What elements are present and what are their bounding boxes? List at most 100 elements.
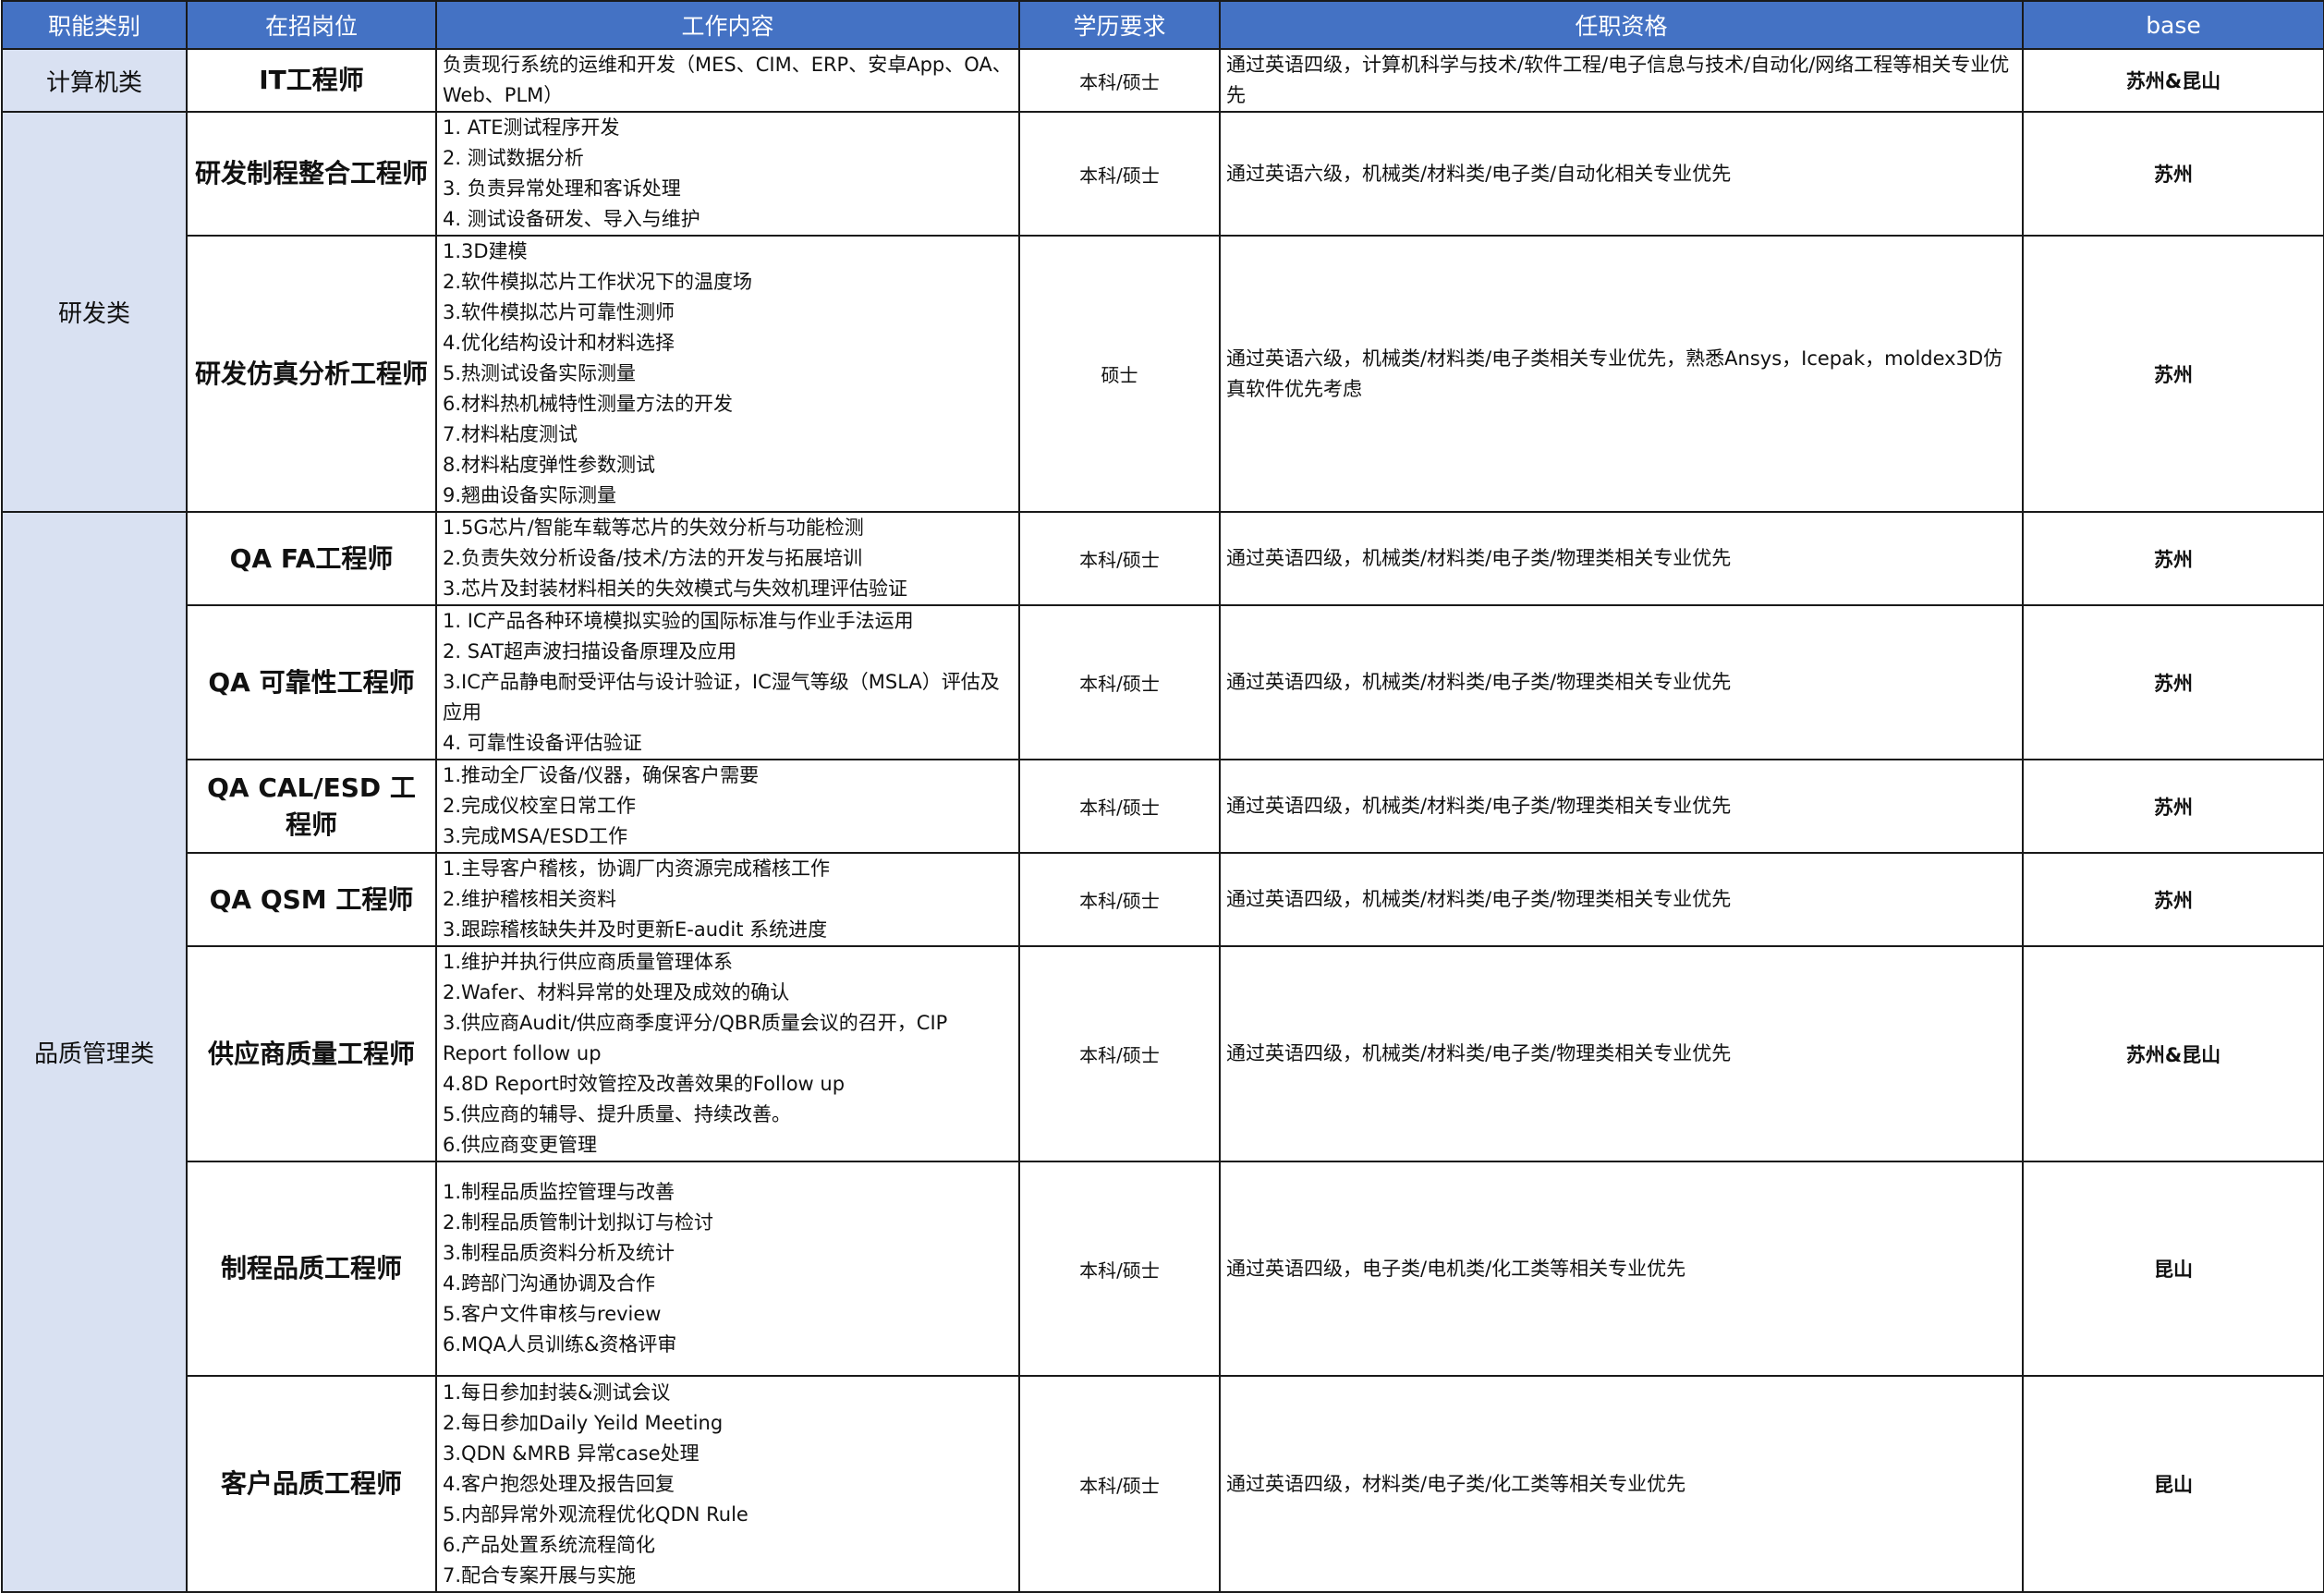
content-cell: 1.5G芯片/智能车载等芯片的失效分析与功能检测 2.负责失效分析设备/技术/方…: [435, 511, 1020, 606]
education-cell: 本科/硕士: [1018, 604, 1221, 760]
position-cell: 客户品质工程师: [186, 1375, 437, 1593]
base-cell: 苏州: [2022, 852, 2324, 947]
content-line: 3.供应商Audit/供应商季度评分/QBR质量会议的召开，CIP Report…: [443, 1012, 948, 1064]
content-line: 4.客户抱怨处理及报告回复: [443, 1472, 675, 1495]
content-cell: 1.主导客户稽核，协调厂内资源完成稽核工作 2.维护稽核相关资料 3.跟踪稽核缺…: [435, 852, 1020, 947]
content-line: 7.配合专案开展与实施: [443, 1563, 637, 1587]
content-line: 1.制程品质监控管理与改善: [443, 1181, 675, 1203]
content-line: 5.热测试设备实际测量: [443, 362, 637, 384]
education-cell: 本科/硕士: [1018, 852, 1221, 947]
base-cell: 苏州: [2022, 111, 2324, 237]
table-row: QA 可靠性工程师 1. IC产品各种环境模拟实验的国际标准与作业手法运用 2.…: [2, 604, 2324, 760]
qualification-cell: 通过英语六级，机械类/材料类/电子类/自动化相关专业优先: [1219, 111, 2024, 237]
base-cell: 昆山: [2022, 1375, 2324, 1593]
content-cell: 1.每日参加封装&测试会议 2.每日参加Daily Yeild Meeting …: [435, 1375, 1020, 1593]
content-line: 2.Wafer、材料异常的处理及成效的确认: [443, 981, 790, 1003]
category-rd: 研发类: [1, 111, 188, 513]
content-line: 7.材料粘度测试: [443, 423, 578, 445]
content-line: 4. 测试设备研发、导入与维护: [443, 208, 700, 230]
content-line: 2. SAT超声波扫描设备原理及应用: [443, 640, 736, 663]
content-line: 1.3D建模: [443, 240, 528, 262]
base-cell: 苏州: [2022, 604, 2324, 760]
table-row: 供应商质量工程师 1.维护并执行供应商质量管理体系 2.Wafer、材料异常的处…: [2, 945, 2324, 1162]
content-line: 1.5G芯片/智能车载等芯片的失效分析与功能检测: [443, 517, 864, 539]
qualification-cell: 通过英语四级，机械类/材料类/电子类/物理类相关专业优先: [1219, 852, 2024, 947]
content-line: 6.MQA人员训练&资格评审: [443, 1333, 677, 1356]
position-cell: 研发制程整合工程师: [186, 111, 437, 237]
table-row: 研发类 研发制程整合工程师 1. ATE测试程序开发 2. 测试数据分析 3. …: [1, 111, 2324, 513]
base-cell: 苏州: [2022, 235, 2324, 513]
education-cell: 本科/硕士: [1018, 511, 1221, 606]
content-line: 4.8D Report时效管控及改善效果的Follow up: [443, 1073, 846, 1095]
header-row: 职能类别 在招岗位 工作内容 学历要求 任职资格 base: [1, 0, 2324, 50]
base-cell: 苏州&昆山: [2022, 945, 2324, 1162]
content-line: 5.供应商的辅导、提升质量、持续改善。: [443, 1103, 792, 1125]
content-line: 6.供应商变更管理: [443, 1134, 598, 1156]
qualification-cell: 通过英语四级，材料类/电子类/化工类等相关专业优先: [1219, 1375, 2024, 1593]
position-cell: 制程品质工程师: [186, 1161, 437, 1377]
education-cell: 本科/硕士: [1018, 1375, 1221, 1593]
qualification-cell: 通过英语四级，电子类/电机类/化工类等相关专业优先: [1219, 1161, 2024, 1377]
content-cell: 1.推动全厂设备/仪器，确保客户需要 2.完成仪校室日常工作 3.完成MSA/E…: [435, 759, 1020, 854]
education-cell: 本科/硕士: [1018, 111, 1221, 237]
category-computer: 计算机类: [1, 48, 188, 113]
content-line: 2.软件模拟芯片工作状况下的温度场: [443, 271, 753, 293]
content-line: 5.客户文件审核与review: [443, 1303, 662, 1325]
qualification-cell: 通过英语四级，计算机科学与技术/软件工程/电子信息与技术/自动化/网络工程等相关…: [1219, 48, 2024, 113]
base-cell: 苏州&昆山: [2022, 48, 2324, 113]
content-cell: 负责现行系统的运维和开发（MES、CIM、ERP、安卓App、OA、Web、PL…: [435, 48, 1020, 113]
base-cell: 昆山: [2022, 1161, 2324, 1377]
content-line: 8.材料粘度弹性参数测试: [443, 454, 656, 476]
content-line: 4.优化结构设计和材料选择: [443, 332, 675, 354]
position-cell: IT工程师: [186, 48, 437, 113]
content-line: 1.维护并执行供应商质量管理体系: [443, 951, 734, 973]
header-education: 学历要求: [1018, 0, 1221, 50]
education-cell: 本科/硕士: [1018, 759, 1221, 854]
content-cell: 1.3D建模 2.软件模拟芯片工作状况下的温度场 3.软件模拟芯片可靠性测师 4…: [435, 235, 1020, 513]
position-cell: QA FA工程师: [186, 511, 437, 606]
qualification-cell: 通过英语四级，机械类/材料类/电子类/物理类相关专业优先: [1219, 511, 2024, 606]
education-cell: 本科/硕士: [1018, 48, 1221, 113]
content-line: 3.QDN &MRB 异常case处理: [443, 1441, 700, 1465]
content-line: 1.主导客户稽核，协调厂内资源完成稽核工作: [443, 857, 831, 880]
table-row: QA QSM 工程师 1.主导客户稽核，协调厂内资源完成稽核工作 2.维护稽核相…: [2, 852, 2324, 947]
header-category: 职能类别: [1, 0, 188, 50]
content-line: 6.产品处置系统流程简化: [443, 1533, 656, 1556]
content-cell: 1. IC产品各种环境模拟实验的国际标准与作业手法运用 2. SAT超声波扫描设…: [435, 604, 1020, 760]
table-row: 研发仿真分析工程师 1.3D建模 2.软件模拟芯片工作状况下的温度场 3.软件模…: [2, 235, 2324, 513]
content-line: 2.制程品质管制计划拟订与检讨: [443, 1211, 714, 1234]
table-row: QA CAL/ESD 工程师 1.推动全厂设备/仪器，确保客户需要 2.完成仪校…: [2, 759, 2324, 854]
content-line: 1.推动全厂设备/仪器，确保客户需要: [443, 764, 760, 786]
education-cell: 本科/硕士: [1018, 1161, 1221, 1377]
content-line: 1.每日参加封装&测试会议: [443, 1380, 671, 1404]
position-cell: QA QSM 工程师: [186, 852, 437, 947]
content-line: 2.维护稽核相关资料: [443, 888, 617, 910]
content-line: 2.每日参加Daily Yeild Meeting: [443, 1411, 724, 1434]
content-line: 1. IC产品各种环境模拟实验的国际标准与作业手法运用: [443, 610, 914, 632]
content-line: 2.负责失效分析设备/技术/方法的开发与拓展培训: [443, 547, 863, 569]
position-cell: 供应商质量工程师: [186, 945, 437, 1162]
content-line: 6.材料热机械特性测量方法的开发: [443, 393, 734, 415]
content-line: 5.内部异常外观流程优化QDN Rule: [443, 1502, 748, 1526]
content-line: 2.完成仪校室日常工作: [443, 795, 637, 817]
header-position: 在招岗位: [186, 0, 437, 50]
content-line: 1. ATE测试程序开发: [443, 116, 620, 139]
education-cell: 硕士: [1018, 235, 1221, 513]
content-line: 3.制程品质资料分析及统计: [443, 1242, 675, 1264]
header-base: base: [2022, 0, 2324, 50]
position-cell: QA 可靠性工程师: [186, 604, 437, 760]
qualification-cell: 通过英语四级，机械类/材料类/电子类/物理类相关专业优先: [1219, 604, 2024, 760]
content-line: 3.IC产品静电耐受评估与设计验证，IC湿气等级（MSLA）评估及应用: [443, 671, 1000, 724]
content-line: 2. 测试数据分析: [443, 147, 584, 169]
qualification-cell: 通过英语六级，机械类/材料类/电子类相关专业优先，熟悉Ansys，Icepak，…: [1219, 235, 2024, 513]
content-cell: 1.维护并执行供应商质量管理体系 2.Wafer、材料异常的处理及成效的确认 3…: [435, 945, 1020, 1162]
content-cell: 1.制程品质监控管理与改善 2.制程品质管制计划拟订与检讨 3.制程品质资料分析…: [435, 1161, 1020, 1377]
content-line: 负责现行系统的运维和开发（MES、CIM、ERP、安卓App、OA、Web、PL…: [443, 54, 1012, 106]
base-cell: 苏州: [2022, 511, 2324, 606]
position-cell: 研发仿真分析工程师: [186, 235, 437, 513]
content-line: 3.芯片及封装材料相关的失效模式与失效机理评估验证: [443, 578, 908, 600]
category-qa: 品质管理类: [1, 511, 188, 1593]
header-qualification: 任职资格: [1219, 0, 2024, 50]
content-cell: 1. ATE测试程序开发 2. 测试数据分析 3. 负责异常处理和客诉处理 4.…: [435, 111, 1020, 237]
table-row: 客户品质工程师 1.每日参加封装&测试会议 2.每日参加Daily Yeild …: [2, 1375, 2324, 1593]
